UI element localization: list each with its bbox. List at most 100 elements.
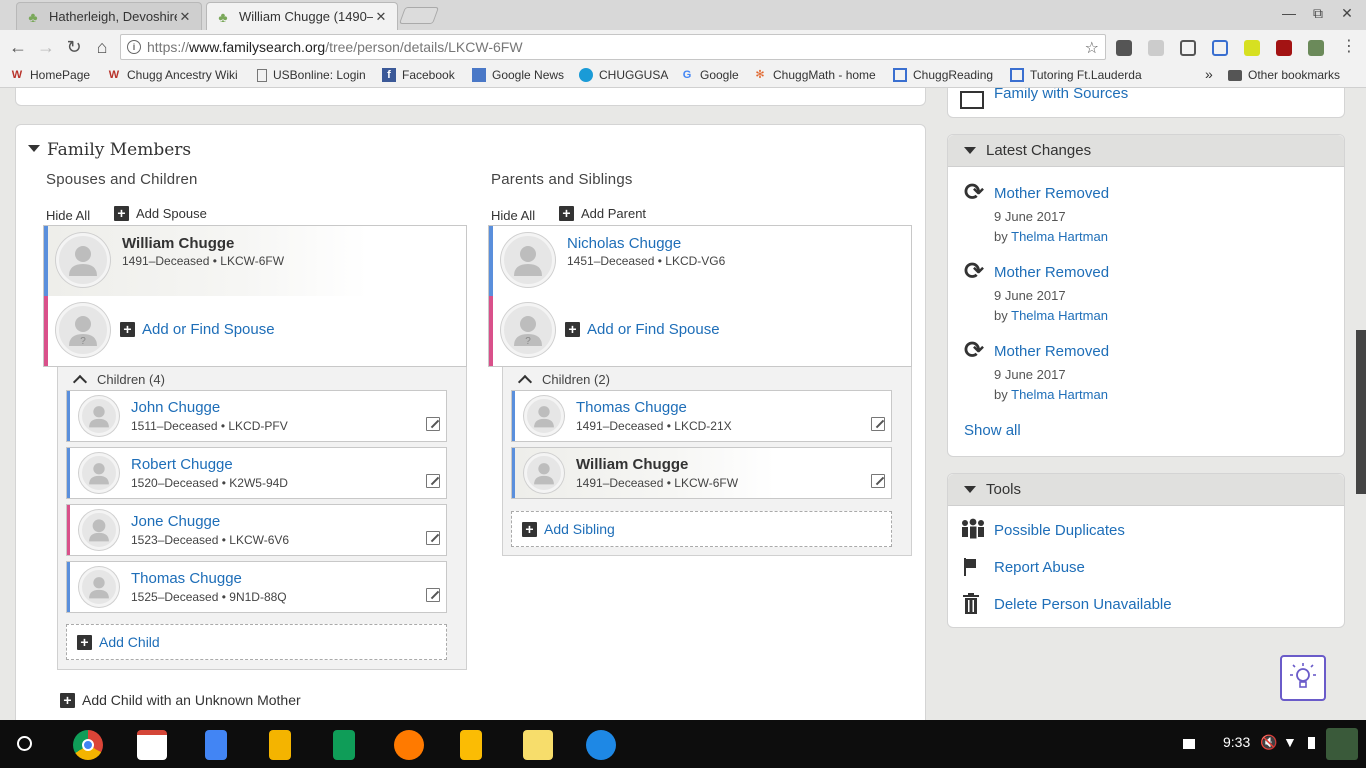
collapse-caret-icon xyxy=(964,486,976,493)
sibling-name[interactable]: Thomas Chugge xyxy=(576,399,687,416)
tools-header[interactable]: Tools xyxy=(948,474,1344,506)
bookmark-tutoring[interactable]: Tutoring Ft.Lauderda xyxy=(1010,68,1160,82)
notes-icon[interactable] xyxy=(523,730,553,760)
acrobat-icon[interactable] xyxy=(1276,40,1292,56)
forward-icon[interactable]: → xyxy=(35,37,57,57)
latest-changes-title: Latest Changes xyxy=(986,142,1092,159)
keep-icon[interactable] xyxy=(460,730,482,760)
child-name[interactable]: Jone Chugge xyxy=(131,513,220,530)
child-name[interactable]: John Chugge xyxy=(131,399,220,416)
docs-icon[interactable] xyxy=(205,730,227,760)
other-bookmarks[interactable]: Other bookmarks xyxy=(1228,68,1340,82)
maximize-icon[interactable]: ⧉ xyxy=(1308,5,1328,22)
new-tab-button[interactable] xyxy=(398,7,440,24)
slides-icon[interactable] xyxy=(269,730,291,760)
add-find-spouse-button[interactable]: + Add or Find Spouse xyxy=(120,321,275,338)
menu-icon[interactable]: ⋮ xyxy=(1338,37,1360,57)
minimize-icon[interactable]: — xyxy=(1279,5,1299,21)
mute-icon[interactable]: 🔇 xyxy=(1260,734,1277,751)
change-user-link[interactable]: Thelma Hartman xyxy=(1011,229,1108,244)
screenshot-icon[interactable] xyxy=(1183,739,1195,749)
child-card[interactable]: Thomas Chugge 1525–Deceased • 9N1D-88Q xyxy=(66,561,447,613)
battery-icon[interactable] xyxy=(1308,737,1315,749)
bookmark-usbonline[interactable]: USBonline: Login xyxy=(257,68,366,82)
bookmark-chugg-ancestry-wiki[interactable]: W Chugg Ancestry Wiki xyxy=(107,68,238,82)
collapse-caret-icon[interactable] xyxy=(28,145,40,152)
close-tab-icon[interactable]: ✕ xyxy=(373,9,389,25)
bookmark-chuggreading[interactable]: ChuggReading xyxy=(893,68,993,82)
wifi-icon[interactable]: ▼ xyxy=(1283,734,1297,750)
bookmark-homepage[interactable]: W HomePage xyxy=(10,68,90,82)
bookmark-chuggmath[interactable]: ✻ ChuggMath - home xyxy=(753,68,875,82)
extension-mixed-icon[interactable] xyxy=(1308,40,1324,56)
person-name[interactable]: William Chugge xyxy=(122,235,234,252)
tab-william-chugge[interactable]: ♣ William Chugge (1490–1 ✕ xyxy=(206,2,398,30)
sibling-card[interactable]: William Chugge 1491–Deceased • LKCW-6FW xyxy=(511,447,892,499)
home-icon[interactable]: ⌂ xyxy=(91,37,113,57)
child-name[interactable]: Robert Chugge xyxy=(131,456,233,473)
edit-icon[interactable] xyxy=(426,531,440,545)
hide-all-link[interactable]: Hide All xyxy=(46,208,90,223)
sheets-icon[interactable] xyxy=(333,730,355,760)
edit-icon[interactable] xyxy=(871,417,885,431)
close-window-icon[interactable]: ✕ xyxy=(1337,5,1357,22)
change-title[interactable]: Mother Removed xyxy=(994,343,1109,360)
edit-icon[interactable] xyxy=(871,474,885,488)
chevron-up-icon[interactable] xyxy=(517,374,533,390)
add-parent-button[interactable]: + Add Parent xyxy=(559,206,646,221)
add-child-unknown-mother-button[interactable]: + Add Child with an Unknown Mother xyxy=(60,692,301,708)
tool-link[interactable]: Report Abuse xyxy=(994,559,1085,576)
add-find-spouse-button[interactable]: + Add or Find Spouse xyxy=(565,321,720,338)
tab-hatherleigh[interactable]: ♣ Hatherleigh, Devoshire G ✕ xyxy=(16,2,202,30)
bookmark-google-news[interactable]: Google News xyxy=(472,68,564,82)
edit-icon[interactable] xyxy=(426,588,440,602)
bookmark-star-icon[interactable]: ☆ xyxy=(1085,38,1099,58)
change-user-link[interactable]: Thelma Hartman xyxy=(1011,308,1108,323)
change-title[interactable]: Mother Removed xyxy=(994,185,1109,202)
gmail-icon[interactable] xyxy=(137,730,167,760)
tool-link[interactable]: Possible Duplicates xyxy=(994,522,1125,539)
chevron-up-icon[interactable] xyxy=(72,374,88,390)
page-scrollbar[interactable] xyxy=(1356,330,1366,494)
change-user-link[interactable]: Thelma Hartman xyxy=(1011,387,1108,402)
edit-icon[interactable] xyxy=(426,417,440,431)
chrome-icon[interactable] xyxy=(73,730,103,760)
close-tab-icon[interactable]: ✕ xyxy=(177,9,193,25)
child-card[interactable]: Robert Chugge 1520–Deceased • K2W5-94D xyxy=(66,447,447,499)
child-name[interactable]: Thomas Chugge xyxy=(131,570,242,587)
edit-icon[interactable] xyxy=(426,474,440,488)
child-card[interactable]: John Chugge 1511–Deceased • LKCD-PFV xyxy=(66,390,447,442)
feedback-lightbulb-button[interactable] xyxy=(1280,655,1326,701)
child-card[interactable]: Jone Chugge 1523–Deceased • LKCW-6V6 xyxy=(66,504,447,556)
add-spouse-button[interactable]: + Add Spouse xyxy=(114,206,207,221)
back-icon[interactable]: ← xyxy=(7,37,29,57)
site-info-icon[interactable]: i xyxy=(127,40,141,54)
latest-changes-header[interactable]: Latest Changes xyxy=(948,135,1344,167)
sibling-card[interactable]: Thomas Chugge 1491–Deceased • LKCD-21X xyxy=(511,390,892,442)
launcher-icon[interactable] xyxy=(17,736,32,751)
cast-icon[interactable] xyxy=(1180,40,1196,56)
clock[interactable]: 9:33 xyxy=(1223,734,1250,750)
address-bar[interactable]: i https://www.familysearch.org/tree/pers… xyxy=(120,34,1106,60)
bookmark-google[interactable]: G Google xyxy=(680,68,739,82)
hide-all-link[interactable]: Hide All xyxy=(491,208,535,223)
parents-heading: Parents and Siblings xyxy=(491,171,633,188)
family-with-sources-link[interactable]: Family with Sources xyxy=(994,88,1128,102)
show-all-link[interactable]: Show all xyxy=(964,422,1021,439)
tool-link[interactable]: Delete Person Unavailable xyxy=(994,596,1172,613)
play-music-icon[interactable] xyxy=(394,730,424,760)
bookmark-facebook[interactable]: f Facebook xyxy=(382,68,455,82)
add-child-button[interactable]: + Add Child xyxy=(66,624,447,660)
reload-icon[interactable]: ↻ xyxy=(63,37,85,57)
user-avatar[interactable] xyxy=(1326,728,1358,760)
extension-grey-icon[interactable] xyxy=(1148,40,1164,56)
person-name[interactable]: Nicholas Chugge xyxy=(567,235,681,252)
bookmark-chuggusa[interactable]: CHUGGUSA xyxy=(579,68,668,82)
change-title[interactable]: Mother Removed xyxy=(994,264,1109,281)
add-sibling-button[interactable]: + Add Sibling xyxy=(511,511,892,547)
extension-yellow-icon[interactable] xyxy=(1244,40,1260,56)
files-icon[interactable] xyxy=(586,730,616,760)
extension-blue-icon[interactable] xyxy=(1212,40,1228,56)
extension-shield-icon[interactable] xyxy=(1116,40,1132,56)
bookmarks-overflow[interactable]: » xyxy=(1205,66,1213,82)
